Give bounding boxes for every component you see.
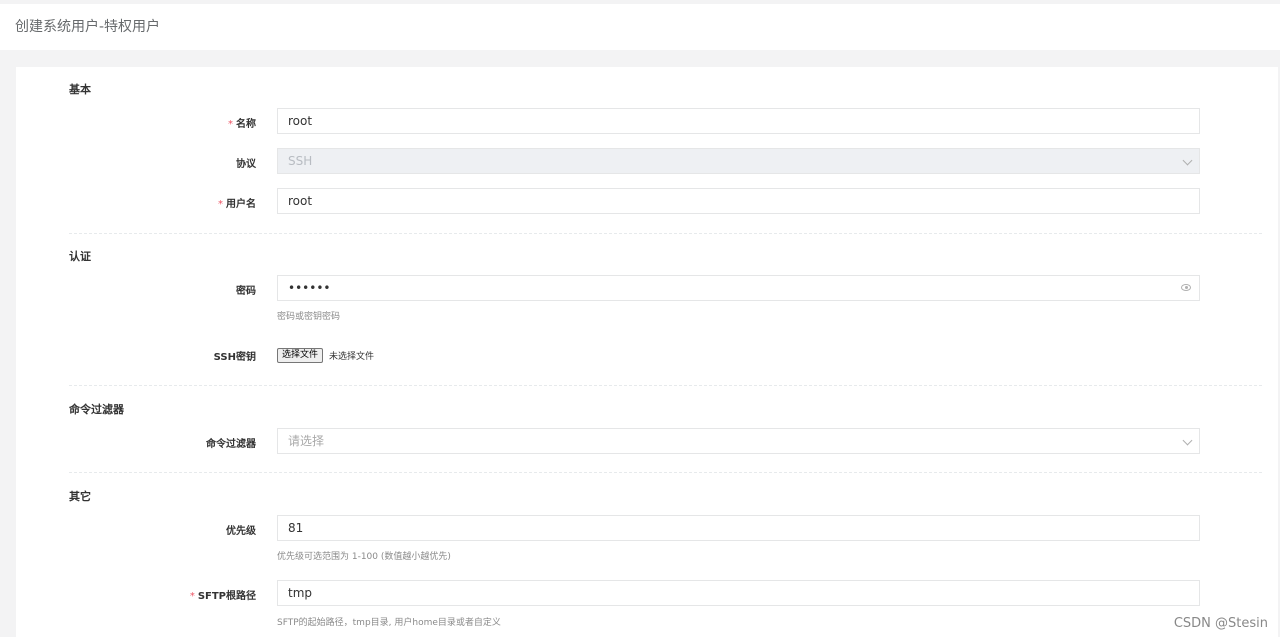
password-label: 密码 bbox=[236, 286, 256, 297]
priority-input[interactable]: 81 bbox=[277, 515, 1200, 541]
cmd-filter-placeholder: 请选择 bbox=[288, 434, 325, 448]
password-help: 密码或密钥密码 bbox=[277, 312, 341, 322]
name-label: * 名称 bbox=[228, 119, 256, 130]
sftp-root-label: * SFTP根路径 bbox=[189, 591, 256, 602]
protocol-label: 协议 bbox=[236, 159, 256, 170]
eye-icon[interactable] bbox=[1181, 284, 1191, 291]
section-basic-title: 基本 bbox=[69, 83, 91, 96]
ssh-key-label: SSH密钥 bbox=[213, 352, 256, 363]
page-header: 创建系统用户-特权用户 bbox=[0, 4, 1280, 50]
page-title: 创建系统用户-特权用户 bbox=[15, 19, 161, 35]
file-status-text: 未选择文件 bbox=[329, 352, 375, 362]
password-value: •••••• bbox=[288, 281, 331, 295]
divider bbox=[69, 385, 1262, 386]
chevron-down-icon bbox=[1182, 435, 1193, 446]
name-input[interactable]: root bbox=[277, 108, 1200, 134]
sftp-root-help: SFTP的起始路径，tmp目录, 用户home目录或者自定义 bbox=[277, 618, 501, 628]
protocol-value: SSH bbox=[288, 154, 313, 168]
section-cmd-filter-title: 命令过滤器 bbox=[69, 403, 124, 416]
username-label: * 用户名 bbox=[218, 199, 256, 210]
chevron-down-icon bbox=[1182, 155, 1193, 166]
sftp-root-input[interactable]: tmp bbox=[277, 580, 1200, 606]
divider bbox=[69, 233, 1262, 234]
section-other-title: 其它 bbox=[69, 490, 91, 503]
choose-file-button[interactable]: 选择文件 bbox=[277, 348, 324, 363]
cmd-filter-label: 命令过滤器 bbox=[206, 439, 256, 450]
watermark: CSDN @Stesin bbox=[1173, 616, 1268, 631]
divider bbox=[69, 472, 1262, 473]
form-card: 基本 * 名称 root 协议 SSH * 用户名 root 认证 密码 •••••… bbox=[16, 67, 1278, 637]
priority-help: 优先级可选范围为 1-100 (数值越小越优先) bbox=[277, 552, 451, 562]
protocol-select: SSH bbox=[277, 148, 1200, 174]
username-input[interactable]: root bbox=[277, 188, 1200, 214]
cmd-filter-select[interactable]: 请选择 bbox=[277, 428, 1200, 454]
section-auth-title: 认证 bbox=[69, 250, 91, 263]
password-input[interactable]: •••••• bbox=[277, 275, 1200, 301]
priority-label: 优先级 bbox=[226, 526, 256, 537]
